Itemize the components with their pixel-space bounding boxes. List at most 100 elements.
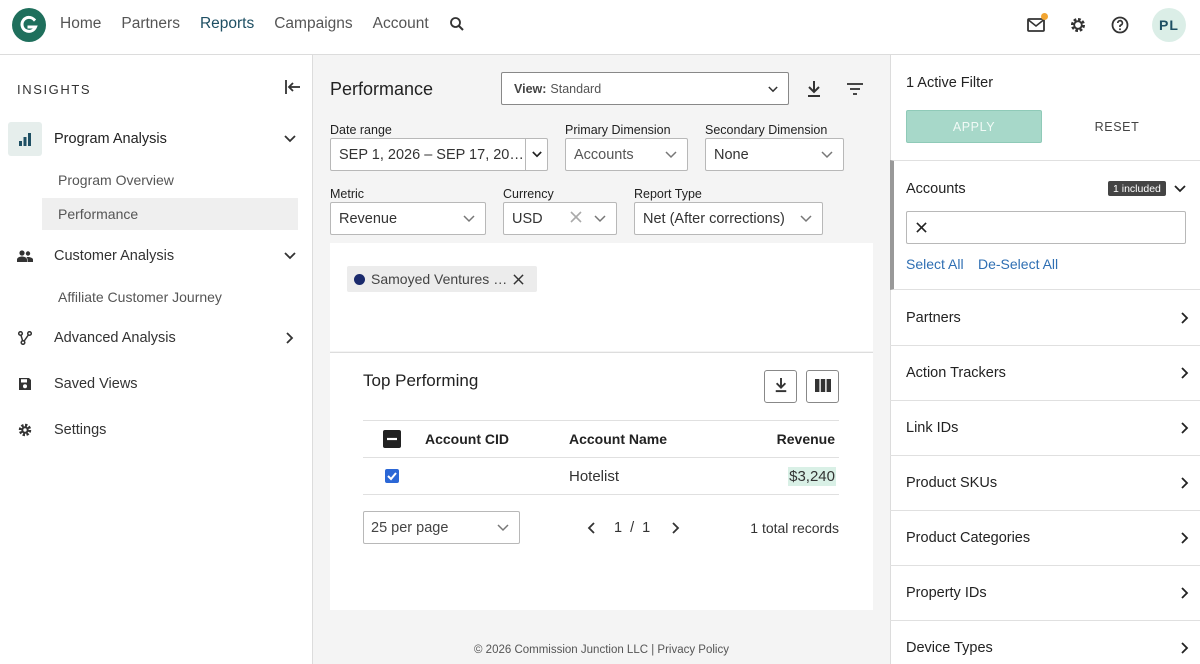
sidebar-item-saved-views[interactable]: Saved Views xyxy=(8,367,300,401)
chevron-right-icon xyxy=(1170,367,1200,379)
clear-icon[interactable] xyxy=(916,220,927,236)
clear-icon[interactable] xyxy=(570,210,582,227)
legend-chip[interactable]: Samoyed Ventures Partners xyxy=(347,266,537,292)
date-range-picker[interactable]: SEP 1, 2026 – SEP 17, 2026 xyxy=(330,138,548,171)
chevron-down-icon[interactable] xyxy=(525,139,547,170)
sidebar-item-performance[interactable]: Performance xyxy=(42,198,298,230)
secondary-dimension-select[interactable]: None xyxy=(705,138,844,171)
column-header-account-name[interactable]: Account Name xyxy=(569,421,667,457)
chevron-down-icon[interactable] xyxy=(1174,180,1186,196)
apply-button[interactable]: APPLY xyxy=(906,110,1042,143)
filter-section-product-categories[interactable]: Product Categories xyxy=(890,511,1200,566)
sidebar-item-settings[interactable]: Settings xyxy=(8,413,300,447)
chevron-down-icon xyxy=(768,82,778,96)
prev-page-icon[interactable] xyxy=(581,521,601,534)
accounts-title[interactable]: Accounts xyxy=(906,181,966,197)
deselect-all-link[interactable]: De-Select All xyxy=(978,256,1058,272)
nav-partners[interactable]: Partners xyxy=(121,15,180,33)
report-type-select[interactable]: Net (After corrections) xyxy=(634,202,823,235)
filter-section-product-skus[interactable]: Product SKUs xyxy=(890,456,1200,511)
gear-icon xyxy=(8,413,42,447)
metric-value: Revenue xyxy=(339,210,398,227)
per-page-select[interactable]: 25 per page xyxy=(363,511,520,544)
accounts-search-input[interactable] xyxy=(906,211,1186,244)
notification-dot xyxy=(1041,13,1048,20)
metric-select[interactable]: Revenue xyxy=(330,202,486,235)
bar-chart-icon xyxy=(8,122,42,156)
user-avatar[interactable]: PL xyxy=(1152,8,1186,42)
mail-icon[interactable] xyxy=(1026,13,1048,35)
next-page-icon[interactable] xyxy=(666,521,686,534)
gear-icon[interactable] xyxy=(1068,15,1088,35)
chevron-right-icon xyxy=(1170,532,1200,544)
per-page-value: 25 per page xyxy=(371,519,449,536)
filter-section-label: Link IDs xyxy=(906,420,959,436)
view-select[interactable]: View: Standard xyxy=(501,72,789,105)
help-icon[interactable] xyxy=(1110,15,1130,35)
chevron-right-icon[interactable] xyxy=(280,332,300,344)
nav-account[interactable]: Account xyxy=(373,15,429,33)
legend-chip-label: Samoyed Ventures Partners xyxy=(371,271,509,287)
sidebar-item-customer-analysis[interactable]: Customer Analysis xyxy=(8,239,300,273)
row-checkbox[interactable] xyxy=(385,458,399,494)
filter-section-label: Property IDs xyxy=(906,585,987,601)
select-all-link[interactable]: Select All xyxy=(906,256,964,272)
series-color-dot xyxy=(354,273,365,285)
chevron-right-icon xyxy=(1170,587,1200,599)
report-type-value: Net (After corrections) xyxy=(643,210,785,227)
select-all-checkbox[interactable] xyxy=(383,421,401,457)
sidebar-item-program-analysis[interactable]: Program Analysis xyxy=(8,122,300,156)
currency-select[interactable]: USD xyxy=(503,202,617,235)
brand-logo-icon[interactable] xyxy=(12,8,46,42)
table-header: Account CID Account Name Revenue xyxy=(363,420,839,458)
page-separator: / xyxy=(630,519,635,536)
close-icon[interactable] xyxy=(513,273,524,285)
chevron-right-icon xyxy=(1170,477,1200,489)
footer-text[interactable]: © 2026 Commission Junction LLC | Privacy… xyxy=(313,644,890,656)
filter-panel: 1 Active Filter APPLY RESET Accounts 1 i… xyxy=(890,55,1200,664)
column-header-revenue[interactable]: Revenue xyxy=(777,421,835,457)
filter-section-action-trackers[interactable]: Action Trackers xyxy=(890,346,1200,401)
columns-button[interactable] xyxy=(806,370,839,403)
chevron-down-icon[interactable] xyxy=(280,252,300,260)
table-row: Hotelist $3,240 xyxy=(363,458,839,495)
sidebar-item-label: Settings xyxy=(54,422,107,438)
chevron-down-icon xyxy=(800,211,812,227)
chevron-down-icon xyxy=(497,520,509,536)
secondary-dimension-label: Secondary Dimension xyxy=(705,123,828,137)
top-performing-title: Top Performing xyxy=(363,371,479,390)
save-icon xyxy=(8,367,42,401)
chevron-down-icon[interactable] xyxy=(280,135,300,143)
columns-icon xyxy=(814,378,831,395)
filter-section-partners[interactable]: Partners xyxy=(890,291,1200,346)
filter-section-link-ids[interactable]: Link IDs xyxy=(890,401,1200,456)
reset-button[interactable]: RESET xyxy=(1062,110,1172,143)
main-content: Performance View: Standard Date range SE… xyxy=(313,55,890,664)
sidebar-item-affiliate-customer-journey[interactable]: Affiliate Customer Journey xyxy=(42,281,298,313)
primary-dimension-select[interactable]: Accounts xyxy=(565,138,688,171)
search-icon[interactable] xyxy=(449,16,465,32)
chevron-down-icon xyxy=(463,211,475,227)
filter-icon[interactable] xyxy=(845,79,865,99)
filter-section-accounts: Accounts 1 included Select All De-Select… xyxy=(890,160,1200,290)
chevron-right-icon xyxy=(1170,422,1200,434)
sidebar-item-advanced-analysis[interactable]: Advanced Analysis xyxy=(8,321,300,355)
nav-campaigns[interactable]: Campaigns xyxy=(274,15,352,33)
collapse-sidebar-icon[interactable] xyxy=(284,79,302,98)
nav-home[interactable]: Home xyxy=(60,15,101,33)
sidebar-item-label: Program Analysis xyxy=(54,131,167,147)
filter-section-device-types[interactable]: Device Types xyxy=(890,621,1200,664)
current-page: 1 xyxy=(614,519,623,536)
column-header-account-cid[interactable]: Account CID xyxy=(425,421,509,457)
total-pages: 1 xyxy=(642,519,651,536)
pagination: 25 per page 1 / 1 1 total records xyxy=(363,511,839,545)
nav-reports[interactable]: Reports xyxy=(200,15,254,33)
download-button[interactable] xyxy=(764,370,797,403)
download-icon[interactable] xyxy=(804,79,824,99)
primary-dimension-label: Primary Dimension xyxy=(565,123,671,137)
sidebar-item-program-overview[interactable]: Program Overview xyxy=(42,164,298,196)
currency-label: Currency xyxy=(503,187,554,201)
sidebar-item-label: Customer Analysis xyxy=(54,248,175,264)
filter-section-property-ids[interactable]: Property IDs xyxy=(890,566,1200,621)
filter-section-label: Product Categories xyxy=(906,530,1031,546)
